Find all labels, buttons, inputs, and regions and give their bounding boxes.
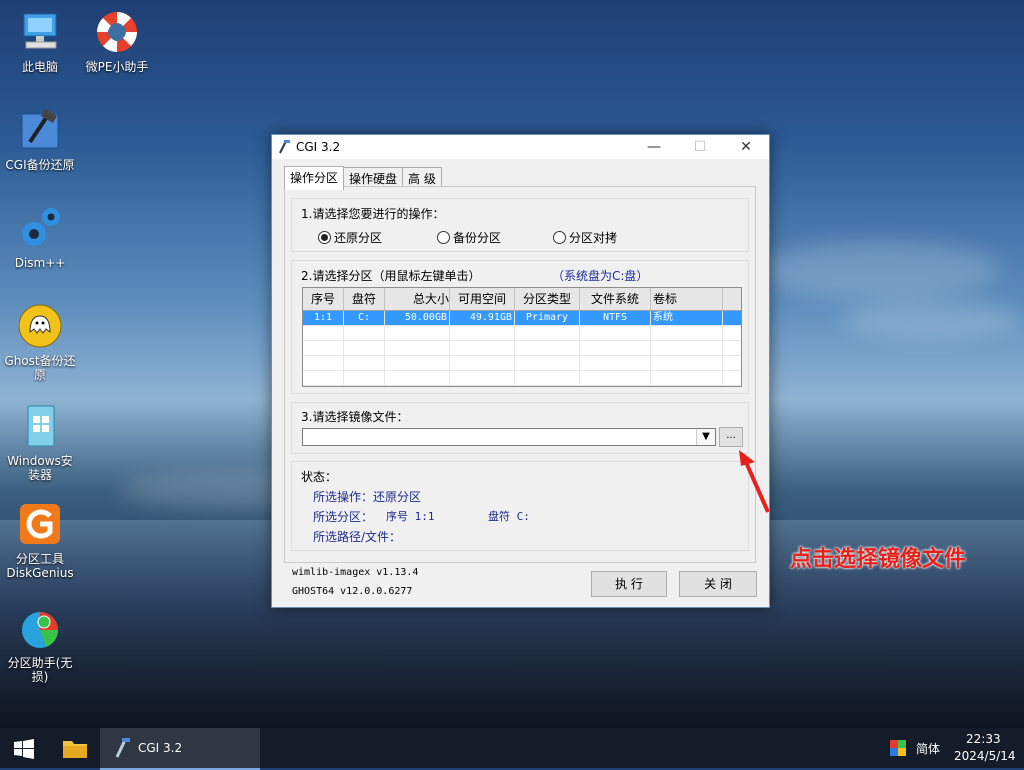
status-partition-drive: 盘符 C:	[488, 510, 530, 523]
image-file-combo[interactable]: ▼	[302, 428, 716, 446]
column-drive[interactable]: 盘符	[344, 288, 385, 310]
taskbar: CGI 3.2 简体 22:33 2024/5/14	[0, 728, 1024, 770]
desktop-icon-partition-assistant[interactable]: 分区助手(无损)	[2, 604, 78, 684]
gears-icon	[16, 204, 64, 252]
column-index[interactable]: 序号	[303, 288, 344, 310]
tab-operate-disk[interactable]: 操作硬盘	[343, 167, 404, 187]
table-row-empty	[303, 341, 741, 356]
ghost-version: GHOST64 v12.0.0.6277	[292, 586, 413, 597]
desktop-icon-cgi[interactable]: CGI备份还原	[2, 106, 78, 172]
desktop-icon-windows-installer[interactable]: Windows安装器	[2, 402, 78, 482]
radio-dot	[437, 231, 450, 244]
partition-title: 2.请选择分区（用鼠标左键单击）	[301, 269, 481, 283]
radio-backup[interactable]: 备份分区	[437, 229, 501, 246]
table-row-empty	[303, 371, 741, 386]
partition-assistant-icon	[16, 604, 64, 652]
wimlib-version: wimlib-imagex v1.13.4	[292, 567, 419, 578]
radio-copy[interactable]: 分区对拷	[553, 229, 617, 246]
cgi-app-icon	[278, 140, 290, 154]
execute-button[interactable]: 执 行	[591, 571, 667, 597]
tab-strip: 操作分区 操作硬盘 高 级	[284, 166, 442, 190]
close-button[interactable]: 关 闭	[679, 571, 757, 597]
column-file-system[interactable]: 文件系统	[580, 288, 651, 310]
browse-button[interactable]: ...	[719, 427, 743, 447]
status-operation: 所选操作：还原分区	[313, 490, 422, 504]
status-partition-label: 所选分区：	[313, 510, 374, 524]
operation-title: 1.请选择您要进行的操作：	[301, 207, 445, 221]
folder-icon[interactable]	[63, 738, 87, 761]
minimize-button[interactable]: —	[631, 135, 677, 159]
radio-dot	[553, 231, 566, 244]
cgi-app-icon	[114, 738, 130, 758]
clock-time[interactable]: 22:33	[966, 732, 1001, 746]
chevron-down-icon[interactable]: ▼	[696, 429, 715, 445]
desktop-icon-pe-helper[interactable]: 微PE小助手	[79, 8, 155, 74]
clock-date[interactable]: 2024/5/14	[954, 749, 1016, 763]
lifebuoy-icon	[93, 8, 141, 56]
column-partition-type[interactable]: 分区类型	[515, 288, 580, 310]
radio-restore[interactable]: 还原分区	[318, 229, 382, 246]
ghost-icon	[16, 302, 64, 350]
desktop-icon-dism[interactable]: Dism++	[2, 204, 78, 270]
color-picker-icon[interactable]	[890, 740, 906, 759]
table-header: 序号 盘符 总大小 可用空间 分区类型 文件系统 卷标	[303, 288, 741, 311]
windows-start-icon[interactable]	[14, 739, 34, 762]
status-path: 所选路径/文件：	[313, 530, 402, 544]
diskgenius-icon	[16, 500, 64, 548]
computer-icon	[16, 8, 64, 56]
column-free-space[interactable]: 可用空间	[450, 288, 515, 310]
annotation-text: 点击选择镜像文件	[790, 547, 967, 572]
table-row-empty	[303, 356, 741, 371]
maximize-button[interactable]: ☐	[677, 135, 723, 159]
status-title: 状态：	[301, 470, 338, 484]
cloud	[840, 300, 1020, 340]
window-title: CGI 3.2	[296, 140, 341, 154]
tab-advanced[interactable]: 高 级	[402, 167, 442, 187]
title-bar[interactable]: CGI 3.2 — ☐ ✕	[272, 135, 769, 159]
partition-table[interactable]: 序号 盘符 总大小 可用空间 分区类型 文件系统 卷标 1:1 C: 50.00…	[302, 287, 742, 387]
installer-icon	[16, 402, 64, 450]
column-total-size[interactable]: 总大小	[385, 288, 450, 310]
red-arrow-icon	[739, 450, 770, 513]
hammer-icon	[16, 106, 64, 154]
cgi-window: CGI 3.2 — ☐ ✕ 操作分区 操作硬盘 高 级 1.请选择您要进行的操作…	[271, 134, 770, 608]
desktop-icon-ghost[interactable]: Ghost备份还原	[2, 302, 78, 382]
desktop-icon-diskgenius[interactable]: 分区工具DiskGenius	[2, 500, 78, 580]
status-partition-index: 序号 1:1	[386, 510, 435, 523]
table-row-empty	[303, 326, 741, 341]
cloud	[760, 240, 1000, 300]
close-window-button[interactable]: ✕	[723, 135, 769, 159]
image-title: 3.请选择镜像文件：	[301, 410, 409, 424]
ime-indicator[interactable]: 简体	[916, 740, 940, 757]
table-row[interactable]: 1:1 C: 50.00GB 49.91GB Primary NTFS 系统	[303, 311, 741, 326]
radio-dot	[318, 231, 331, 244]
taskbar-app-cgi[interactable]: CGI 3.2	[100, 728, 260, 770]
tab-operate-partition[interactable]: 操作分区	[284, 166, 345, 190]
desktop-icon-this-pc[interactable]: 此电脑	[2, 8, 78, 74]
column-volume-label[interactable]: 卷标	[651, 288, 723, 310]
system-disk-note: （系统盘为C:盘）	[552, 269, 649, 283]
